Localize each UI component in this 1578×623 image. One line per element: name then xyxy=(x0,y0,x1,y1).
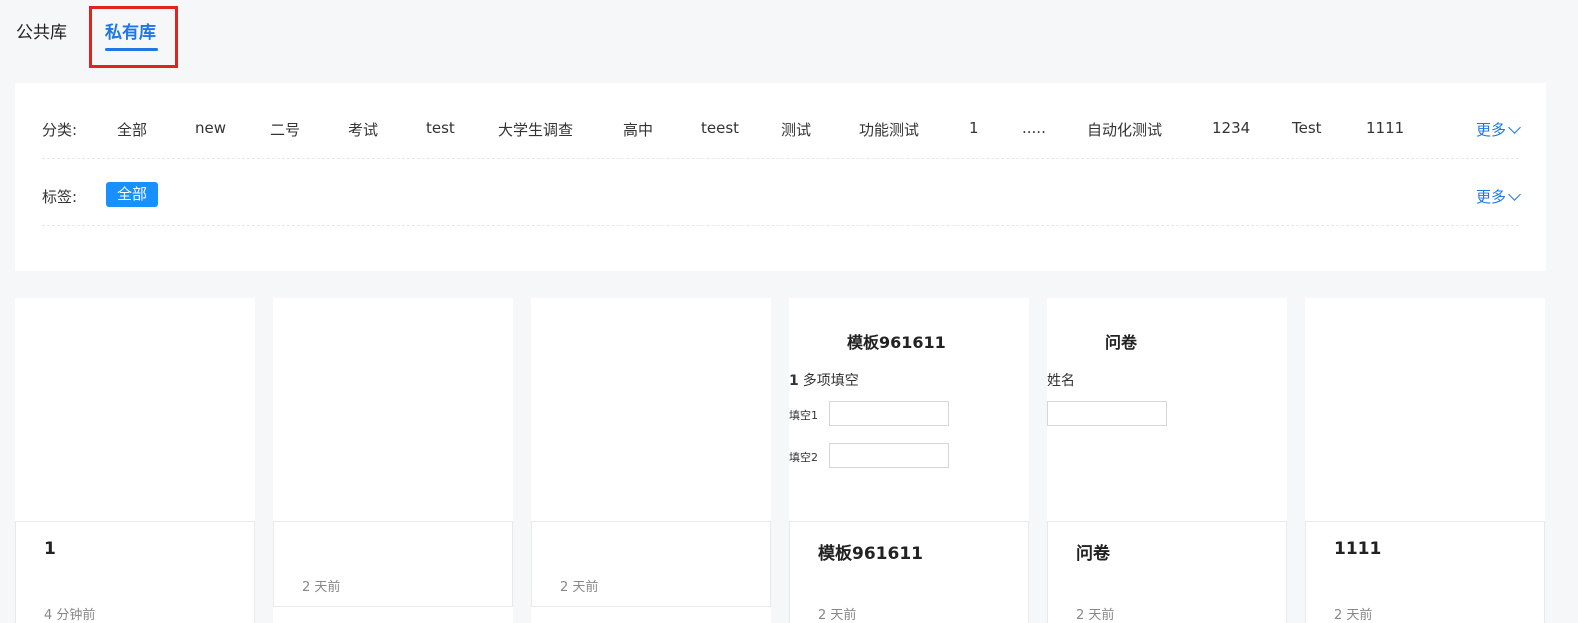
fill-label: 填空1 xyxy=(789,409,818,422)
fill-label: 填空2 xyxy=(789,451,818,464)
category-item[interactable]: 高中 xyxy=(623,119,653,140)
card-timestamp: 2 天前 xyxy=(818,608,857,623)
preview-title: 问卷 xyxy=(1105,333,1138,352)
preview-field-label: 姓名 xyxy=(1047,373,1075,389)
card-title: 1 xyxy=(44,539,56,559)
card-title: 模板961611 xyxy=(818,544,923,564)
preview-fill-input xyxy=(829,443,949,468)
chevron-down-icon xyxy=(1508,121,1521,134)
category-filter-row: 分类: 全部 new 二号 考试 test 大学生调查 高中 teest 测试 … xyxy=(42,104,1521,159)
preview-fill-input xyxy=(829,401,949,426)
card-preview: 问卷 姓名 xyxy=(1047,298,1287,521)
question-text: 多项填空 xyxy=(802,373,859,389)
card-timestamp: 2 天前 xyxy=(1334,608,1373,623)
card-info: 2 天前 xyxy=(531,521,771,607)
card-timestamp: 2 天前 xyxy=(302,580,341,595)
card-timestamp: 2 天前 xyxy=(560,580,599,595)
card-info: 2 天前 xyxy=(273,521,513,607)
card-timestamp: 2 天前 xyxy=(1076,608,1115,623)
more-label: 更多 xyxy=(1475,121,1506,139)
filter-panel: 分类: 全部 new 二号 考试 test 大学生调查 高中 teest 测试 … xyxy=(15,83,1546,271)
card-preview: 模板961611 1 多项填空 填空1 填空2 xyxy=(789,298,1029,521)
category-item[interactable]: test xyxy=(426,119,455,137)
template-card[interactable]: 2 天前 xyxy=(273,298,513,623)
tag-filter-row: 标签: 全部 更多 xyxy=(42,171,1521,226)
category-item[interactable]: 考试 xyxy=(348,119,378,140)
category-item[interactable]: new xyxy=(195,119,226,137)
more-label: 更多 xyxy=(1475,188,1506,206)
category-label: 分类: xyxy=(42,121,78,139)
question-number: 1 xyxy=(789,373,799,389)
category-item[interactable]: 二号 xyxy=(270,119,300,140)
tab-public-library[interactable]: 公共库 xyxy=(16,18,67,43)
library-tabs: 公共库 私有库 xyxy=(0,0,1578,70)
category-item[interactable]: 1234 xyxy=(1212,119,1250,137)
card-info: 模板961611 2 天前 xyxy=(789,521,1029,623)
tag-more-button[interactable]: 更多 xyxy=(1475,186,1521,207)
preview-title: 模板961611 xyxy=(847,333,946,352)
category-item[interactable]: 大学生调查 xyxy=(498,119,573,140)
card-title: 1111 xyxy=(1334,539,1382,559)
card-timestamp: 4 分钟前 xyxy=(44,608,96,623)
card-info: 问卷 2 天前 xyxy=(1047,521,1287,623)
template-card[interactable]: 问卷 姓名 问卷 2 天前 xyxy=(1047,298,1287,623)
card-info: 1 4 分钟前 xyxy=(15,521,255,623)
card-preview xyxy=(531,298,771,521)
template-card[interactable]: 2 天前 xyxy=(531,298,771,623)
category-item[interactable]: 1111 xyxy=(1366,119,1404,137)
category-item[interactable]: ..... xyxy=(1022,119,1046,137)
template-card[interactable]: 1 4 分钟前 xyxy=(15,298,255,623)
tag-label: 标签: xyxy=(42,188,78,206)
category-item[interactable]: 全部 xyxy=(117,119,147,140)
card-title: 问卷 xyxy=(1076,544,1110,564)
tag-item-all[interactable]: 全部 xyxy=(106,182,159,207)
category-item[interactable]: Test xyxy=(1292,119,1322,137)
template-card[interactable]: 1111 2 天前 xyxy=(1305,298,1545,623)
card-info: 1111 2 天前 xyxy=(1305,521,1545,623)
category-item[interactable]: 功能测试 xyxy=(859,119,919,140)
preview-question: 1 多项填空 xyxy=(789,370,859,390)
category-item[interactable]: teest xyxy=(701,119,739,137)
preview-text-input xyxy=(1047,401,1167,426)
highlight-annotation-box xyxy=(89,6,178,68)
category-item[interactable]: 测试 xyxy=(781,119,811,140)
category-item[interactable]: 自动化测试 xyxy=(1087,119,1162,140)
card-preview xyxy=(1305,298,1545,521)
card-preview xyxy=(273,298,513,521)
chevron-down-icon xyxy=(1508,188,1521,201)
category-more-button[interactable]: 更多 xyxy=(1475,119,1521,140)
card-preview xyxy=(15,298,255,521)
template-card[interactable]: 模板961611 1 多项填空 填空1 填空2 模板961611 2 天前 xyxy=(789,298,1029,623)
category-item[interactable]: 1 xyxy=(969,119,979,137)
